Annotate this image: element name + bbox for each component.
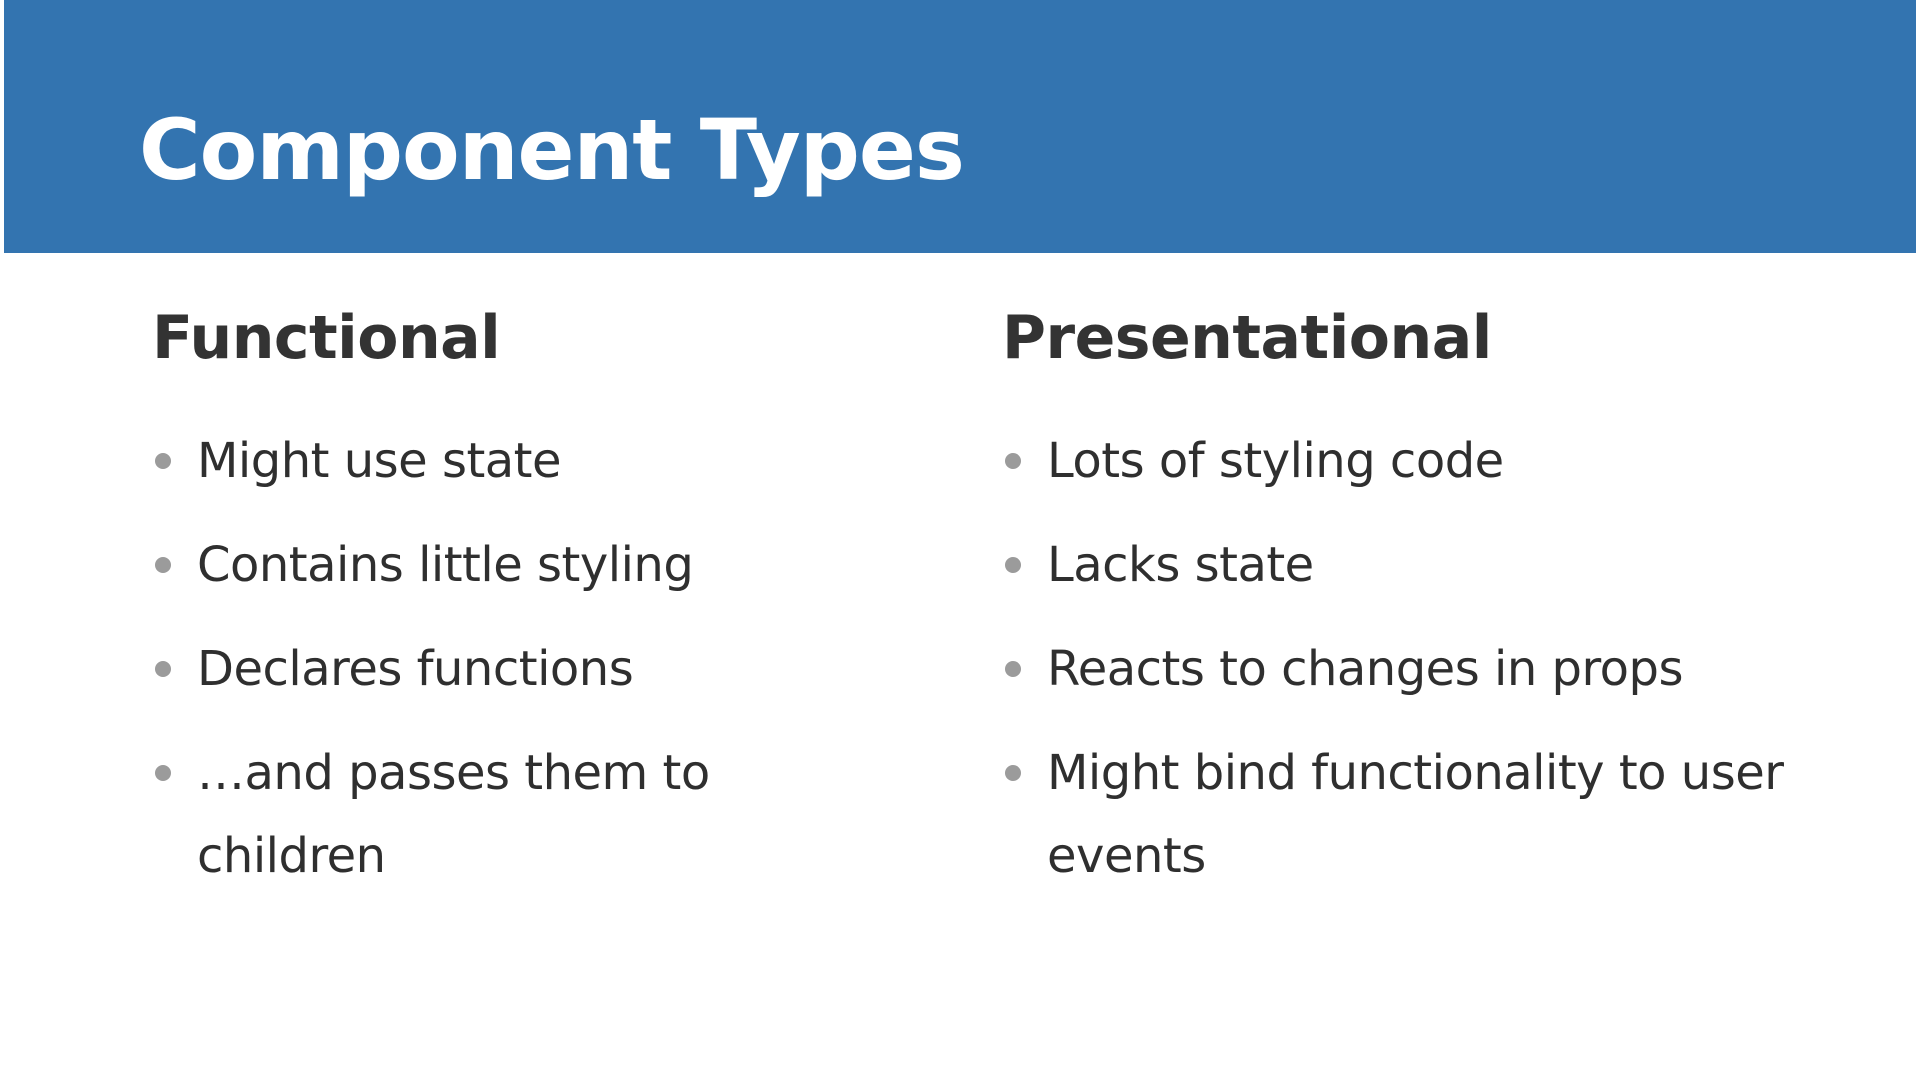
bullet-dot-icon bbox=[1005, 557, 1021, 573]
bullet-item: Declares functions bbox=[152, 628, 912, 711]
bullet-text: Lacks state bbox=[1047, 537, 1314, 593]
bullet-item: Lots of styling code bbox=[1002, 420, 1802, 503]
presentational-heading: Presentational bbox=[1002, 303, 1492, 373]
bullet-text: Declares functions bbox=[197, 641, 634, 697]
bullet-item: Might use state bbox=[152, 420, 912, 503]
slide: Component Types Functional Might use sta… bbox=[0, 0, 1920, 1080]
bullet-item: Might bind functionality to user events bbox=[1002, 732, 1802, 898]
bullet-dot-icon bbox=[1005, 661, 1021, 677]
functional-column: Functional Might use state Contains litt… bbox=[152, 296, 912, 919]
functional-heading: Functional bbox=[152, 303, 501, 373]
bullet-dot-icon bbox=[1005, 765, 1021, 781]
bullet-dot-icon bbox=[155, 661, 171, 677]
bullet-item: Reacts to changes in props bbox=[1002, 628, 1802, 711]
bullet-text: …and passes them to children bbox=[197, 745, 710, 884]
bullet-item: …and passes them to children bbox=[152, 732, 912, 898]
presentational-bullet-list: Lots of styling code Lacks state Reacts … bbox=[1002, 420, 1802, 898]
bullet-item: Lacks state bbox=[1002, 524, 1802, 607]
bullet-text: Contains little styling bbox=[197, 537, 694, 593]
bullet-dot-icon bbox=[155, 557, 171, 573]
bullet-dot-icon bbox=[1005, 453, 1021, 469]
bullet-dot-icon bbox=[155, 765, 171, 781]
bullet-item: Contains little styling bbox=[152, 524, 912, 607]
bullet-text: Might use state bbox=[197, 433, 562, 489]
bullet-text: Lots of styling code bbox=[1047, 433, 1504, 489]
functional-bullet-list: Might use state Contains little styling … bbox=[152, 420, 912, 898]
slide-title: Component Types bbox=[139, 101, 965, 199]
bullet-text: Reacts to changes in props bbox=[1047, 641, 1683, 697]
title-band: Component Types bbox=[4, 0, 1916, 253]
bullet-text: Might bind functionality to user events bbox=[1047, 745, 1784, 884]
presentational-column: Presentational Lots of styling code Lack… bbox=[1002, 296, 1802, 919]
bullet-dot-icon bbox=[155, 453, 171, 469]
